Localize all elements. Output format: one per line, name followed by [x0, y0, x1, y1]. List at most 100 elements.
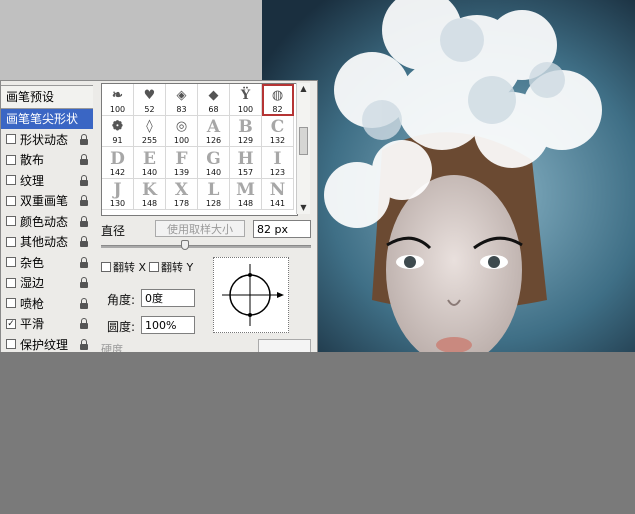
brush-preset-cell[interactable]: E 140 — [134, 147, 166, 179]
brush-option-item[interactable]: 其他动态 — [1, 232, 93, 253]
lock-icon[interactable] — [79, 338, 89, 350]
brush-size-label: 52 — [144, 104, 155, 114]
brush-size-label: 123 — [269, 167, 286, 177]
brush-preset-cell[interactable]: F 139 — [166, 147, 198, 179]
brush-option-item[interactable]: 双重画笔 — [1, 191, 93, 212]
brush-preset-cell[interactable]: Ÿ 100 — [230, 84, 262, 116]
roundness-input[interactable]: 100% — [141, 316, 195, 334]
roundness-label: 圆度: — [107, 320, 136, 334]
brush-preset-cell[interactable]: N 141 — [262, 178, 294, 211]
brush-option-checkbox[interactable] — [6, 236, 16, 247]
lock-icon[interactable] — [79, 215, 89, 227]
brush-tip-shape-item[interactable]: 画笔笔尖形状 — [1, 109, 93, 129]
brush-option-checkbox[interactable] — [6, 339, 16, 350]
brush-option-label: 散布 — [20, 153, 45, 168]
angle-input[interactable]: 0度 — [141, 289, 195, 307]
brush-tip-icon: ❁ — [112, 119, 123, 135]
brush-option-item[interactable]: 散布 — [1, 150, 93, 171]
brush-preset-cell[interactable]: ◍ 82 — [262, 84, 294, 116]
brush-preset-cell[interactable]: C 132 — [262, 115, 294, 148]
brush-size-label: 178 — [173, 199, 190, 209]
brush-option-checkbox[interactable] — [6, 154, 16, 165]
brush-preset-cell[interactable]: G 140 — [198, 147, 230, 179]
diameter-input[interactable]: 82 px — [253, 220, 311, 238]
brush-angle-crosshair-icon[interactable] — [214, 258, 288, 332]
brush-presets-header[interactable]: 画笔预设 — [1, 85, 93, 109]
brush-preset-cell[interactable]: ◊ 255 — [134, 115, 166, 148]
brush-option-label: 湿边 — [20, 276, 45, 291]
brush-size-label: 82 — [272, 104, 283, 114]
lock-icon[interactable] — [79, 174, 89, 186]
brush-preset-cell[interactable]: ◎ 100 — [166, 115, 198, 148]
brush-size-label: 130 — [109, 199, 126, 209]
brush-preset-cell[interactable]: H 157 — [230, 147, 262, 179]
brush-preset-cell[interactable]: L 128 — [198, 178, 230, 211]
brush-option-checkbox[interactable] — [6, 216, 16, 227]
brush-tip-icon: C — [270, 117, 285, 138]
brush-preset-cell[interactable]: A 126 — [198, 115, 230, 148]
lock-icon[interactable] — [79, 277, 89, 289]
brush-option-label: 双重画笔 — [20, 194, 69, 209]
brush-option-item[interactable]: ✓ 平滑 — [1, 314, 93, 335]
brush-preset-cell[interactable]: J 130 — [102, 178, 134, 211]
use-sample-size-button[interactable]: 使用取样大小 — [155, 220, 245, 237]
diameter-slider-knob[interactable] — [181, 240, 189, 250]
lock-icon[interactable] — [79, 154, 89, 166]
flip-y-checkbox[interactable]: 翻转 Y — [149, 259, 193, 275]
brush-option-checkbox[interactable]: ✓ — [6, 318, 16, 329]
angle-label: 角度: — [107, 293, 136, 307]
brush-preset-cell[interactable]: K 148 — [134, 178, 166, 211]
scrollbar-thumb[interactable] — [299, 127, 308, 155]
brush-option-label: 喷枪 — [20, 296, 45, 311]
brush-preset-cell[interactable]: M 148 — [230, 178, 262, 211]
brush-settings-panel: 画笔预设 画笔笔尖形状 形状动态散布纹理双重画笔颜色动态 其他动态 杂色湿边喷枪 ✓ 平… — [0, 80, 318, 359]
brush-preset-cell[interactable]: D 142 — [102, 147, 134, 179]
brush-option-checkbox[interactable] — [6, 134, 16, 145]
brush-angle-preview[interactable] — [213, 257, 289, 333]
brush-tip-icon: J — [113, 180, 122, 201]
brush-preset-grid[interactable]: ❧ 100 ♥ 52 ◈ 83 ◆ 68 Ÿ 100 ◍ 82 ❁ 91 ◊ 255 ◎ 100 A 126 B 129 C… — [101, 83, 298, 216]
brush-tip-icon: ◈ — [176, 87, 187, 103]
brush-option-checkbox[interactable] — [6, 257, 16, 268]
brush-tip-icon: H — [237, 148, 254, 169]
lock-icon[interactable] — [79, 133, 89, 145]
brush-preset-cell[interactable]: ❧ 100 — [102, 84, 134, 116]
brush-option-item[interactable]: 颜色动态 — [1, 211, 93, 232]
brush-grid-scrollbar[interactable]: ▲ ▼ — [296, 83, 310, 214]
lock-icon[interactable] — [79, 236, 89, 248]
lock-icon[interactable] — [79, 256, 89, 268]
diameter-slider[interactable] — [101, 245, 311, 248]
brush-preset-cell[interactable]: X 178 — [166, 178, 198, 211]
lock-icon[interactable] — [79, 297, 89, 309]
brush-option-item[interactable]: 杂色 — [1, 252, 93, 273]
brush-tip-icon: X — [174, 180, 189, 201]
brush-option-item[interactable]: 纹理 — [1, 170, 93, 191]
lock-icon[interactable] — [79, 195, 89, 207]
scroll-down-arrow-icon[interactable]: ▼ — [297, 202, 310, 214]
brush-tip-icon: Ÿ — [240, 87, 251, 103]
scroll-up-arrow-icon[interactable]: ▲ — [297, 83, 310, 95]
brush-preset-cell[interactable]: ❁ 91 — [102, 115, 134, 148]
flip-x-label: 翻转 X — [113, 261, 147, 274]
brush-option-item[interactable]: 形状动态 — [1, 129, 93, 150]
brush-tip-icon: D — [110, 148, 125, 169]
brush-option-checkbox[interactable] — [6, 298, 16, 309]
brush-size-label: 126 — [205, 136, 222, 146]
flip-x-box[interactable] — [101, 262, 111, 272]
brush-preset-cell[interactable]: B 129 — [230, 115, 262, 148]
brush-tip-icon: ❧ — [112, 87, 123, 103]
brush-option-checkbox[interactable] — [6, 277, 16, 288]
flip-y-box[interactable] — [149, 262, 159, 272]
brush-option-checkbox[interactable] — [6, 195, 16, 206]
brush-preset-cell[interactable]: I 123 — [262, 147, 294, 179]
brush-option-checkbox[interactable] — [6, 175, 16, 186]
lock-icon[interactable] — [79, 318, 89, 330]
brush-preset-cell[interactable]: ◆ 68 — [198, 84, 230, 116]
brush-option-item[interactable]: 湿边 — [1, 273, 93, 294]
brush-option-item[interactable]: 喷枪 — [1, 293, 93, 314]
brush-preset-cell[interactable]: ◈ 83 — [166, 84, 198, 116]
brush-preset-cell[interactable]: ♥ 52 — [134, 84, 166, 116]
brush-tip-icon: E — [143, 148, 156, 169]
flip-x-checkbox[interactable]: 翻转 X — [101, 259, 146, 275]
brush-option-label: 纹理 — [20, 173, 45, 188]
